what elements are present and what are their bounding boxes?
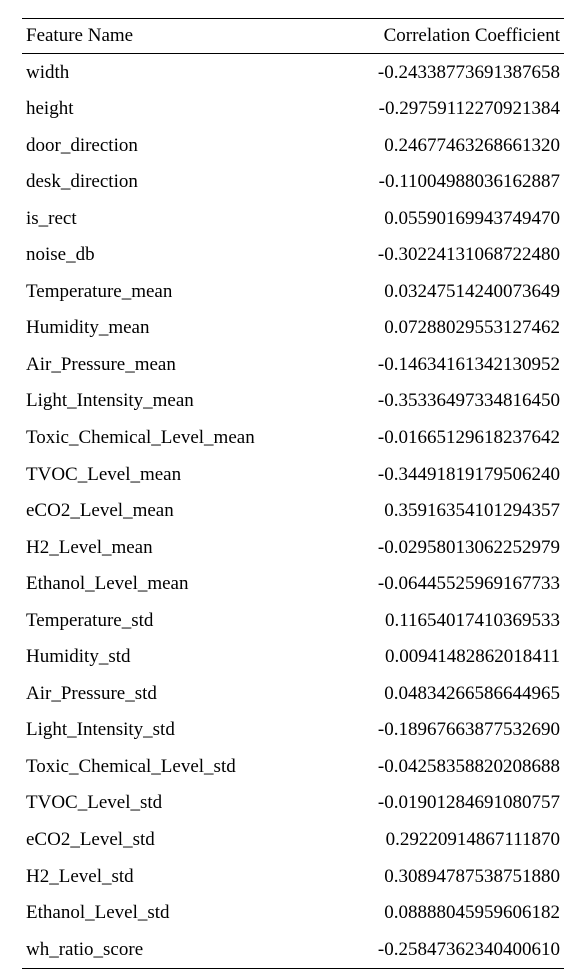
- table-row: wh_ratio_score-0.25847362340400610: [22, 931, 564, 968]
- feature-name-cell: Humidity_std: [22, 639, 323, 676]
- col-header-feature: Feature Name: [22, 19, 323, 54]
- coefficient-cell: 0.35916354101294357: [323, 493, 564, 530]
- col-header-coefficient: Correlation Coefficient: [323, 19, 564, 54]
- feature-name-cell: eCO2_Level_std: [22, 821, 323, 858]
- table-row: Air_Pressure_mean-0.14634161342130952: [22, 346, 564, 383]
- coefficient-cell: -0.34491819179506240: [323, 456, 564, 493]
- coefficient-cell: -0.24338773691387658: [323, 54, 564, 91]
- feature-name-cell: Humidity_mean: [22, 310, 323, 347]
- table-row: H2_Level_std0.30894787538751880: [22, 858, 564, 895]
- table-row: desk_direction-0.11004988036162887: [22, 164, 564, 201]
- table-row: noise_db-0.30224131068722480: [22, 237, 564, 274]
- coefficient-cell: -0.04258358820208688: [323, 748, 564, 785]
- feature-name-cell: H2_Level_std: [22, 858, 323, 895]
- table-row: Ethanol_Level_std0.08888045959606182: [22, 895, 564, 932]
- table-row: Air_Pressure_std0.04834266586644965: [22, 675, 564, 712]
- table-row: Humidity_std0.00941482862018411: [22, 639, 564, 676]
- coefficient-cell: 0.04834266586644965: [323, 675, 564, 712]
- coefficient-cell: -0.29759112270921384: [323, 91, 564, 128]
- coefficient-cell: -0.30224131068722480: [323, 237, 564, 274]
- feature-name-cell: width: [22, 54, 323, 91]
- coefficient-cell: 0.11654017410369533: [323, 602, 564, 639]
- feature-name-cell: is_rect: [22, 200, 323, 237]
- coefficient-cell: 0.07288029553127462: [323, 310, 564, 347]
- feature-name-cell: Air_Pressure_mean: [22, 346, 323, 383]
- feature-name-cell: TVOC_Level_mean: [22, 456, 323, 493]
- table-row: Light_Intensity_std-0.18967663877532690: [22, 712, 564, 749]
- coefficient-cell: -0.02958013062252979: [323, 529, 564, 566]
- table-row: width-0.24338773691387658: [22, 54, 564, 91]
- coefficient-cell: -0.06445525969167733: [323, 566, 564, 603]
- coefficient-cell: -0.01665129618237642: [323, 419, 564, 456]
- feature-name-cell: Toxic_Chemical_Level_std: [22, 748, 323, 785]
- feature-name-cell: Air_Pressure_std: [22, 675, 323, 712]
- correlation-table: Feature Name Correlation Coefficient wid…: [22, 18, 564, 969]
- table-row: eCO2_Level_std0.29220914867111870: [22, 821, 564, 858]
- feature-name-cell: door_direction: [22, 127, 323, 164]
- table-row: Humidity_mean0.07288029553127462: [22, 310, 564, 347]
- coefficient-cell: -0.35336497334816450: [323, 383, 564, 420]
- coefficient-cell: -0.18967663877532690: [323, 712, 564, 749]
- feature-name-cell: Ethanol_Level_std: [22, 895, 323, 932]
- table-row: Toxic_Chemical_Level_mean-0.016651296182…: [22, 419, 564, 456]
- coefficient-cell: 0.00941482862018411: [323, 639, 564, 676]
- feature-name-cell: desk_direction: [22, 164, 323, 201]
- table-row: Ethanol_Level_mean-0.06445525969167733: [22, 566, 564, 603]
- table-row: Toxic_Chemical_Level_std-0.0425835882020…: [22, 748, 564, 785]
- feature-name-cell: H2_Level_mean: [22, 529, 323, 566]
- table-row: Light_Intensity_mean-0.35336497334816450: [22, 383, 564, 420]
- table-row: TVOC_Level_mean-0.34491819179506240: [22, 456, 564, 493]
- table-row: height-0.29759112270921384: [22, 91, 564, 128]
- table-row: eCO2_Level_mean0.35916354101294357: [22, 493, 564, 530]
- feature-name-cell: Temperature_mean: [22, 273, 323, 310]
- feature-name-cell: noise_db: [22, 237, 323, 274]
- table-row: is_rect0.05590169943749470: [22, 200, 564, 237]
- feature-name-cell: Toxic_Chemical_Level_mean: [22, 419, 323, 456]
- coefficient-cell: 0.24677463268661320: [323, 127, 564, 164]
- coefficient-cell: -0.25847362340400610: [323, 931, 564, 968]
- coefficient-cell: 0.03247514240073649: [323, 273, 564, 310]
- feature-name-cell: Ethanol_Level_mean: [22, 566, 323, 603]
- coefficient-cell: 0.05590169943749470: [323, 200, 564, 237]
- feature-name-cell: wh_ratio_score: [22, 931, 323, 968]
- feature-name-cell: Temperature_std: [22, 602, 323, 639]
- feature-name-cell: height: [22, 91, 323, 128]
- table-row: Temperature_mean0.03247514240073649: [22, 273, 564, 310]
- feature-name-cell: Light_Intensity_mean: [22, 383, 323, 420]
- feature-name-cell: eCO2_Level_mean: [22, 493, 323, 530]
- table-row: Temperature_std0.11654017410369533: [22, 602, 564, 639]
- coefficient-cell: -0.14634161342130952: [323, 346, 564, 383]
- feature-name-cell: Light_Intensity_std: [22, 712, 323, 749]
- coefficient-cell: -0.11004988036162887: [323, 164, 564, 201]
- coefficient-cell: 0.30894787538751880: [323, 858, 564, 895]
- coefficient-cell: 0.29220914867111870: [323, 821, 564, 858]
- coefficient-cell: 0.08888045959606182: [323, 895, 564, 932]
- table-row: door_direction0.24677463268661320: [22, 127, 564, 164]
- table-row: TVOC_Level_std-0.01901284691080757: [22, 785, 564, 822]
- table-row: H2_Level_mean-0.02958013062252979: [22, 529, 564, 566]
- coefficient-cell: -0.01901284691080757: [323, 785, 564, 822]
- feature-name-cell: TVOC_Level_std: [22, 785, 323, 822]
